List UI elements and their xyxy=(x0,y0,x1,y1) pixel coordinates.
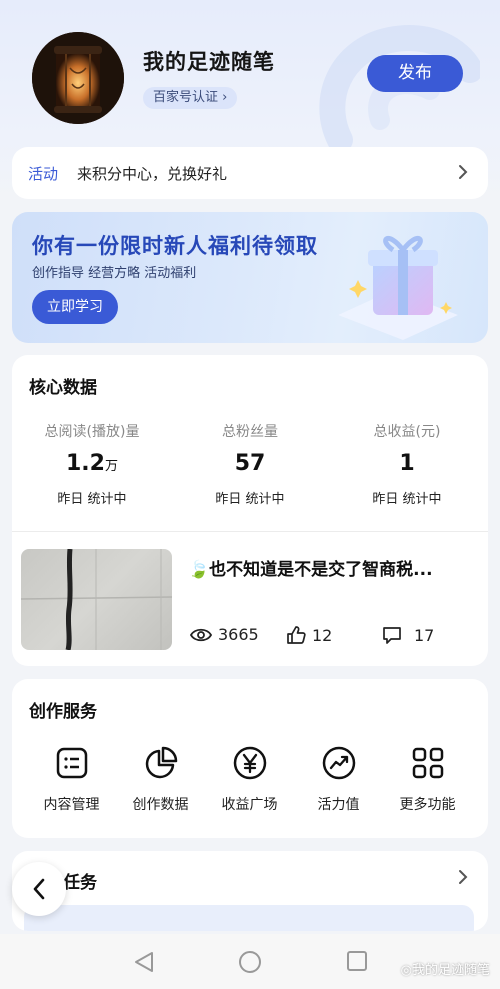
learn-now-button[interactable]: 立即学习 xyxy=(32,290,118,324)
services-title: 创作服务 xyxy=(29,702,97,722)
stat-sub: 昨日 统计中 xyxy=(215,492,285,507)
comment-icon xyxy=(383,627,401,644)
trend-icon xyxy=(322,746,355,780)
banner-subtitle: 创作指导 经营方略 活动福利 xyxy=(32,266,197,281)
chevron-right-icon xyxy=(459,165,468,179)
stat-total-fans[interactable]: 总粉丝量 57 昨日 统计中 xyxy=(170,421,330,507)
service-content-management[interactable]: 内容管理 xyxy=(24,745,119,814)
yen-icon xyxy=(233,746,266,780)
stat-label: 总粉丝量 xyxy=(222,424,278,440)
publish-button[interactable]: 发布 xyxy=(367,55,463,92)
avatar[interactable] xyxy=(32,32,124,124)
core-data-title: 核心数据 xyxy=(29,378,97,398)
cert-label: 百家号认证 xyxy=(153,90,219,105)
core-data-card: 核心数据 总阅读(播放)量 1.2万 昨日 统计中 总粉丝量 57 昨日 统计中… xyxy=(12,355,488,666)
chevron-right-icon: › xyxy=(222,90,228,105)
activity-tag: 活动 xyxy=(28,165,59,183)
chevron-right-icon xyxy=(459,870,468,884)
chevron-left-icon xyxy=(33,878,45,900)
service-more-features[interactable]: 更多功能 xyxy=(380,745,475,814)
username: 我的足迹随笔 xyxy=(143,50,275,74)
creative-tasks-card[interactable]: 创作任务 xyxy=(12,851,488,931)
stat-sub: 昨日 统计中 xyxy=(372,492,442,507)
service-label: 更多功能 xyxy=(399,797,456,813)
article-title[interactable]: 🍃也不知道是不是交了智商税... xyxy=(188,555,478,580)
nav-back-icon[interactable] xyxy=(133,950,155,974)
nav-recents-icon[interactable] xyxy=(346,950,368,972)
eye-icon xyxy=(190,628,212,641)
service-vitality[interactable]: 活力值 xyxy=(291,745,386,814)
task-item[interactable] xyxy=(24,905,474,931)
creative-services-card: 创作服务 内容管理 创作数据 收益广场 活力值 更多功能 xyxy=(12,679,488,838)
service-label: 创作数据 xyxy=(132,797,189,813)
stat-sub: 昨日 统计中 xyxy=(57,492,127,507)
banner-title: 你有一份限时新人福利待领取 xyxy=(32,234,318,258)
watermark: ◎我的足迹随笔 xyxy=(400,963,490,978)
certification-badge[interactable]: 百家号认证 › xyxy=(143,87,238,109)
stat-value: 1.2万 xyxy=(66,451,118,476)
article-comments[interactable]: 17 xyxy=(382,625,434,645)
article-likes[interactable]: 12 xyxy=(286,625,332,645)
service-income-plaza[interactable]: 收益广场 xyxy=(202,745,297,814)
article-views: 3665 xyxy=(190,625,259,644)
activity-bar[interactable]: 活动 来积分中心，兑换好礼 xyxy=(12,147,488,199)
stat-label: 总阅读(播放)量 xyxy=(44,424,140,440)
content-list-icon xyxy=(56,747,87,779)
gift-box-icon xyxy=(338,236,458,340)
pie-chart-icon xyxy=(145,746,177,779)
stat-value: 1 xyxy=(399,451,415,476)
leaf-icon: 🍃 xyxy=(188,560,210,580)
service-label: 活力值 xyxy=(317,797,360,813)
service-label: 收益广场 xyxy=(221,797,278,813)
stat-label: 总收益(元) xyxy=(373,424,441,440)
stat-value: 57 xyxy=(234,451,266,476)
stat-total-reads[interactable]: 总阅读(播放)量 1.2万 昨日 统计中 xyxy=(12,421,172,507)
article-thumbnail[interactable] xyxy=(21,549,172,650)
stat-total-income[interactable]: 总收益(元) 1 昨日 统计中 xyxy=(327,421,487,507)
grid-icon xyxy=(412,747,443,779)
promo-banner[interactable]: 你有一份限时新人福利待领取 创作指导 经营方略 活动福利 立即学习 xyxy=(12,212,488,343)
back-button[interactable] xyxy=(12,862,66,916)
activity-text: 来积分中心，兑换好礼 xyxy=(77,165,228,183)
thumbs-up-icon xyxy=(287,626,306,644)
divider xyxy=(12,531,488,532)
service-creation-data[interactable]: 创作数据 xyxy=(113,745,208,814)
service-label: 内容管理 xyxy=(43,797,100,813)
nav-home-icon[interactable] xyxy=(238,950,262,974)
